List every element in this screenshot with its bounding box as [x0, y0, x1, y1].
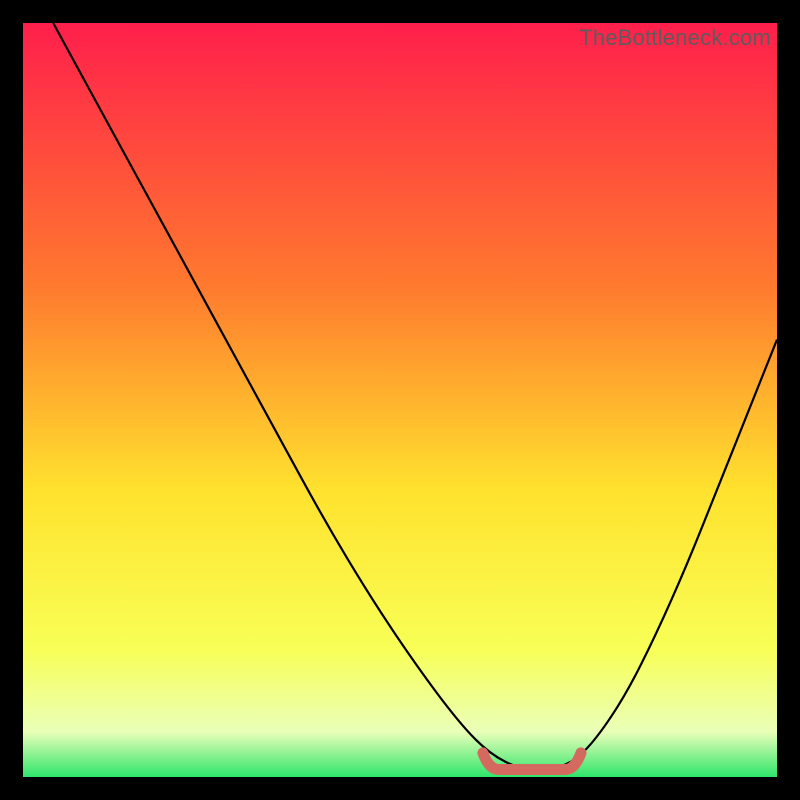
watermark-text: TheBottleneck.com: [579, 25, 771, 51]
gradient-background: [23, 23, 777, 777]
chart-frame: TheBottleneck.com: [23, 23, 777, 777]
bottleneck-chart: [23, 23, 777, 777]
